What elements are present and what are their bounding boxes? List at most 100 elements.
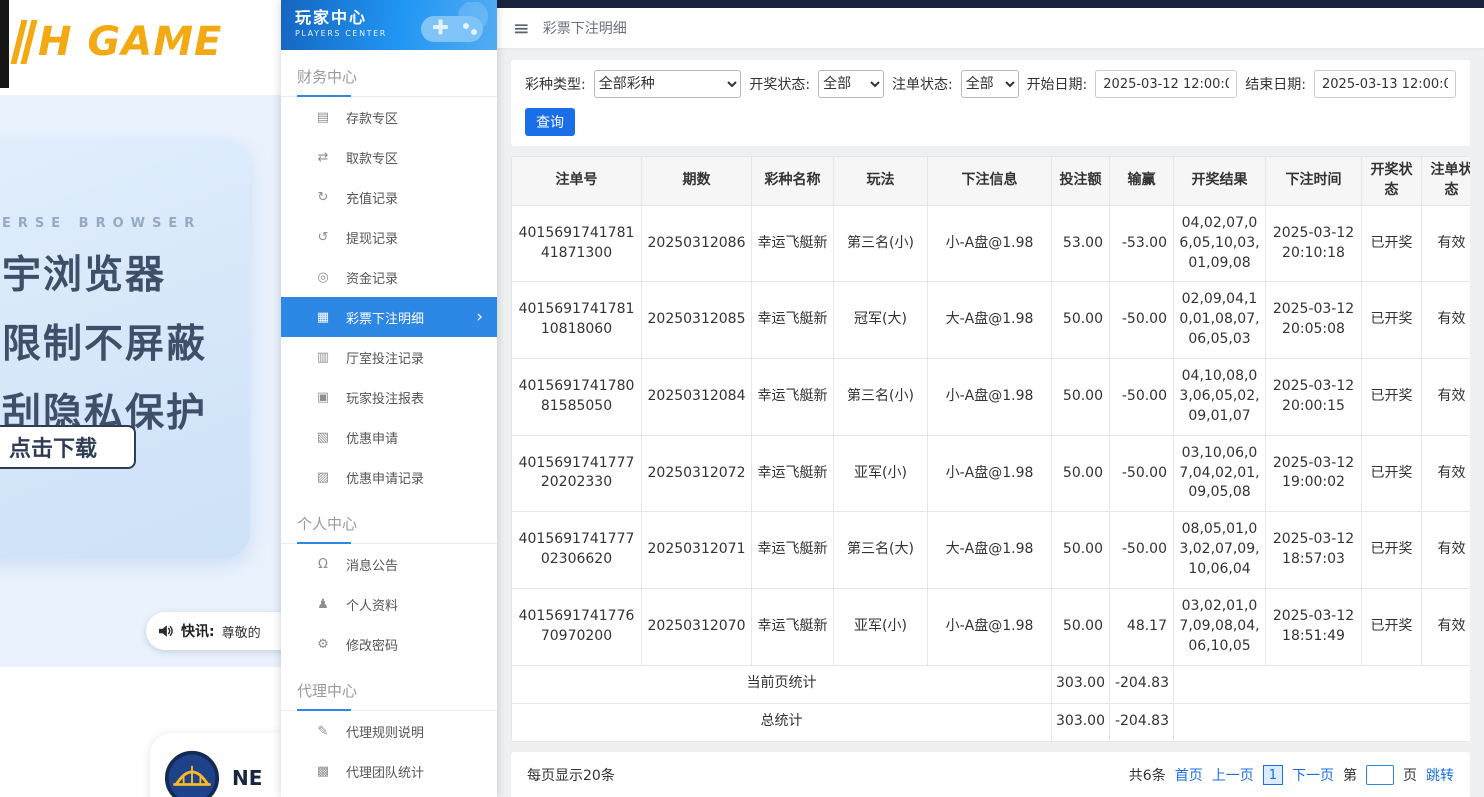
sidebar-item-profile[interactable]: ♟个人资料 xyxy=(281,584,497,624)
column-header: 玩法 xyxy=(834,157,928,206)
deposit-icon: ▤ xyxy=(315,110,331,125)
cell-win-loss: -50.00 xyxy=(1110,435,1174,512)
cell-bet-status: 有效 xyxy=(1422,282,1471,359)
cell-bet-id: 401569174178110818060 xyxy=(512,282,642,359)
sidebar-header: 玩家中心 PLAYERS CENTER xyxy=(281,0,497,50)
cell-bet-info: 小-A盘@1.98 xyxy=(928,205,1052,282)
sidebar-item-withdraw-zone[interactable]: ⇄取款专区 xyxy=(281,137,497,177)
sidebar-section-title: 个人中心 xyxy=(281,497,497,544)
sidebar-item-hall-bet-records[interactable]: ▥厅室投注记录 xyxy=(281,337,497,377)
cell-bet-time: 2025-03-12 20:05:08 xyxy=(1266,282,1362,359)
sidebar-item-label: 充值记录 xyxy=(346,188,398,207)
cell-draw-status: 已开奖 xyxy=(1362,359,1422,436)
query-button[interactable]: 查询 xyxy=(525,108,575,136)
current-page[interactable]: 1 xyxy=(1263,765,1283,785)
page-size-text: 每页显示20条 xyxy=(527,765,615,785)
jump-button[interactable]: 跳转 xyxy=(1426,765,1454,785)
column-header: 彩种名称 xyxy=(752,157,834,206)
table-row: 40156917417772020233020250312072幸运飞艇新亚军(… xyxy=(512,435,1471,512)
sidebar-item-funds-records[interactable]: ◎资金记录 xyxy=(281,257,497,297)
cell-win-loss: -50.00 xyxy=(1110,282,1174,359)
promo-apply-icon: ▧ xyxy=(315,430,331,445)
cell-bet-status: 有效 xyxy=(1422,588,1471,665)
cell-win-loss: 48.17 xyxy=(1110,588,1174,665)
start-date-label: 开始日期: xyxy=(1027,74,1088,94)
page-title: 彩票下注明细 xyxy=(543,18,627,38)
cell-draw-result: 08,05,01,03,02,07,09,10,06,04 xyxy=(1174,512,1266,589)
cell-bet-id: 401569174177702306620 xyxy=(512,512,642,589)
cell-draw-status: 已开奖 xyxy=(1362,205,1422,282)
ticker-label: 快讯: xyxy=(181,621,215,641)
sidebar-item-label: 玩家投注报表 xyxy=(346,388,424,407)
sidebar-item-agent-rules[interactable]: ✎代理规则说明 xyxy=(281,711,497,751)
bet-status-select[interactable]: 全部 xyxy=(961,70,1019,98)
start-date-input[interactable] xyxy=(1095,70,1237,98)
sidebar-item-label: 提现记录 xyxy=(346,228,398,247)
download-button[interactable]: 点击下载 xyxy=(0,425,136,469)
cell-bet-id: 401569174178141871300 xyxy=(512,205,642,282)
draw-status-select[interactable]: 全部 xyxy=(818,70,884,98)
sidebar-item-withdrawal-records[interactable]: ↺提现记录 xyxy=(281,217,497,257)
withdraw-icon: ⇄ xyxy=(315,150,331,165)
hamburger-menu-icon[interactable]: ≡ xyxy=(513,18,530,38)
sidebar-section-title: 财务中心 xyxy=(281,50,497,97)
pager: 共6条 首页 上一页 1 下一页 第 页 跳转 xyxy=(1129,765,1454,785)
cell-draw-result: 03,10,06,07,04,02,01,09,05,08 xyxy=(1174,435,1266,512)
background-page: H GAME ERSE BROWSER 宇浏览器 限制不屏蔽 刮隐私保护 点击下… xyxy=(0,0,281,797)
cell-bet-amount: 53.00 xyxy=(1052,205,1110,282)
next-page-link[interactable]: 下一页 xyxy=(1292,765,1334,785)
first-page-link[interactable]: 首页 xyxy=(1175,765,1203,785)
cell-win-loss: -50.00 xyxy=(1110,512,1174,589)
cell-bet-amount: 50.00 xyxy=(1052,588,1110,665)
table-row: 40156917417811081806020250312085幸运飞艇新冠军(… xyxy=(512,282,1471,359)
page-summary-row: 当前页统计303.00-204.83 xyxy=(512,665,1471,703)
sidebar-item-recharge-records[interactable]: ↻充值记录 xyxy=(281,177,497,217)
sidebar-item-deposit-zone[interactable]: ▤存款专区 xyxy=(281,97,497,137)
lottery-type-select[interactable]: 全部彩种 xyxy=(594,70,742,98)
sidebar-item-label: 优惠申请 xyxy=(346,428,398,447)
lottery-detail-icon: ▦ xyxy=(315,310,331,325)
cell-bet-info: 大-A盘@1.98 xyxy=(928,512,1052,589)
cell-period: 20250312086 xyxy=(642,205,752,282)
sidebar-item-announcements[interactable]: Ω消息公告 xyxy=(281,544,497,584)
table-row: 40156917417814187130020250312086幸运飞艇新第三名… xyxy=(512,205,1471,282)
cell-bet-amount: 50.00 xyxy=(1052,282,1110,359)
team-card: NE xyxy=(150,733,281,797)
gamepad-icon xyxy=(411,2,495,50)
page-jump-input[interactable] xyxy=(1366,765,1394,785)
column-header: 期数 xyxy=(642,157,752,206)
cell-period: 20250312070 xyxy=(642,588,752,665)
column-header: 下注时间 xyxy=(1266,157,1362,206)
column-header: 下注信息 xyxy=(928,157,1052,206)
sidebar-item-promo-apply-records[interactable]: ▨优惠申请记录 xyxy=(281,457,497,497)
promo-record-icon: ▨ xyxy=(315,470,331,485)
cell-play-type: 亚军(小) xyxy=(834,435,928,512)
funds-record-icon: ◎ xyxy=(315,270,331,285)
column-header: 注单状态 xyxy=(1422,157,1471,206)
cell-draw-status: 已开奖 xyxy=(1362,512,1422,589)
end-date-input[interactable] xyxy=(1314,70,1456,98)
sidebar-item-player-bet-report[interactable]: ▣玩家投注报表 xyxy=(281,377,497,417)
summary-bet-total: 303.00 xyxy=(1052,665,1110,703)
cell-play-type: 第三名(大) xyxy=(834,512,928,589)
sidebar-item-label: 代理规则说明 xyxy=(346,722,424,741)
sidebar-item-agent-team-stats[interactable]: ▩代理团队统计 xyxy=(281,751,497,791)
cell-draw-result: 03,02,01,07,09,08,04,06,10,05 xyxy=(1174,588,1266,665)
sidebar-section-title: 代理中心 xyxy=(281,664,497,711)
jump-suffix: 页 xyxy=(1403,765,1417,785)
prev-page-link[interactable]: 上一页 xyxy=(1212,765,1254,785)
cell-lottery-name: 幸运飞艇新 xyxy=(752,282,834,359)
cell-bet-amount: 50.00 xyxy=(1052,435,1110,512)
sidebar-item-lottery-bet-details[interactable]: ▦彩票下注明细› xyxy=(281,297,497,337)
cell-bet-time: 2025-03-12 18:57:03 xyxy=(1266,512,1362,589)
promo-banner: ERSE BROWSER 宇浏览器 限制不屏蔽 刮隐私保护 点击下载 xyxy=(0,140,250,558)
sidebar-item-label: 修改密码 xyxy=(346,635,398,654)
grand-summary-row: 总统计303.00-204.83 xyxy=(512,703,1471,741)
sidebar-item-change-password[interactable]: ⚙修改密码 xyxy=(281,624,497,664)
cell-lottery-name: 幸运飞艇新 xyxy=(752,588,834,665)
sidebar-item-label: 代理团队统计 xyxy=(346,762,424,781)
column-header: 开奖结果 xyxy=(1174,157,1266,206)
sidebar-item-promo-apply[interactable]: ▧ 优惠申请 xyxy=(281,417,497,457)
cell-lottery-name: 幸运飞艇新 xyxy=(752,435,834,512)
column-header: 注单号 xyxy=(512,157,642,206)
